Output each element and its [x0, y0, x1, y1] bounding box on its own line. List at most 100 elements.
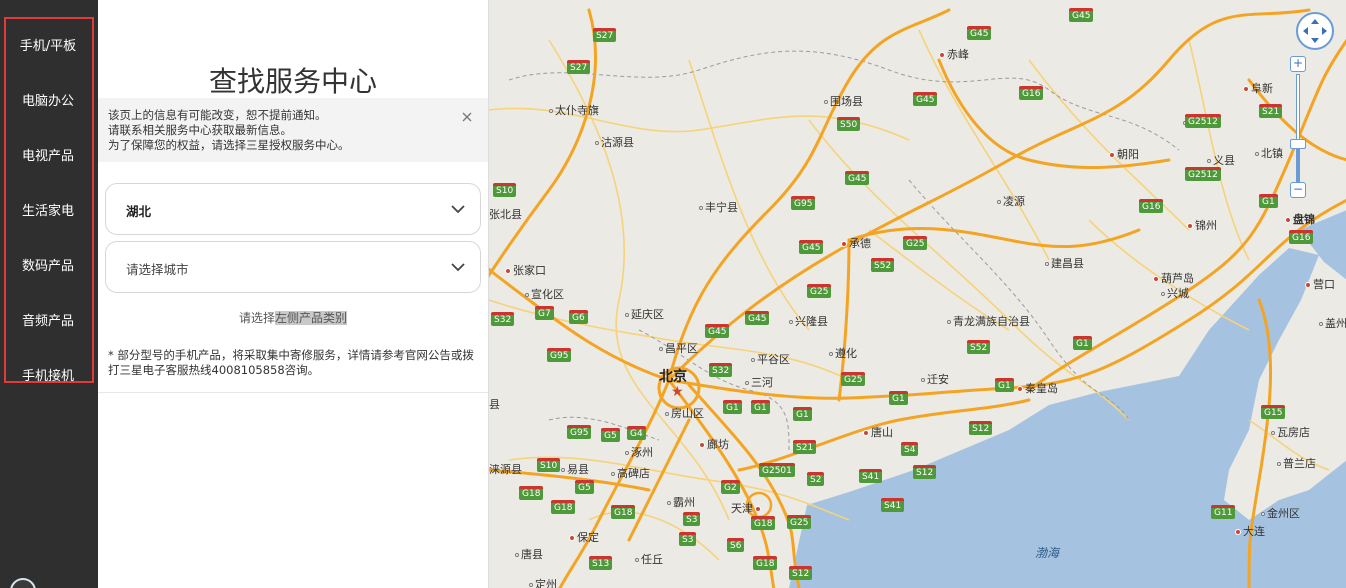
city-label: 秦皇岛	[1017, 380, 1058, 396]
highway-shield: S13	[589, 556, 613, 570]
sidebar-item-phones-tablets[interactable]: 手机/平板	[6, 24, 90, 64]
highway-shield: G5	[575, 480, 594, 494]
city-label: 唐山	[863, 424, 893, 440]
zoom-slider-handle[interactable]	[1290, 139, 1306, 149]
highway-shield: G45	[799, 240, 824, 254]
province-select[interactable]: 湖北	[105, 183, 481, 235]
highway-shield: G6	[569, 310, 588, 324]
city-label: 天津	[731, 500, 763, 516]
highway-shield: S12	[789, 566, 813, 580]
zoom-slider-fill	[1296, 148, 1300, 182]
sidebar-item-digital[interactable]: 数码产品	[6, 244, 90, 284]
highway-shield: G25	[841, 372, 866, 386]
highway-shield: G4	[627, 426, 646, 440]
chevron-down-icon	[451, 205, 465, 214]
map-base-layer	[489, 8, 1346, 588]
city-label: 昌平区	[659, 340, 698, 356]
city-label: 营口	[1305, 276, 1335, 292]
city-label: 大连	[1235, 523, 1265, 539]
city-label: 朝阳	[1109, 146, 1139, 162]
highway-shield: G95	[547, 348, 572, 362]
highway-shield: G1	[1073, 336, 1092, 350]
highway-shield: S41	[859, 469, 883, 483]
sidebar-item-computers-office[interactable]: 电脑办公	[6, 79, 90, 119]
highway-shield: S52	[967, 340, 991, 354]
highway-shield: G2512	[1185, 167, 1221, 181]
city-label: 承德	[841, 235, 871, 251]
city-label: 兴城	[1161, 285, 1189, 301]
city-label: 张家口	[505, 262, 546, 278]
city-label: 建昌县	[1045, 255, 1084, 271]
highway-shield: G2501	[759, 463, 795, 477]
city-label: 县	[489, 398, 500, 411]
city-label: 赤峰	[939, 46, 969, 62]
divider	[98, 392, 488, 393]
highway-shield: S50	[837, 117, 861, 131]
highway-shield: S12	[969, 421, 993, 435]
city-label: 延庆区	[625, 306, 664, 322]
hint-highlight: 左侧产品类别	[275, 311, 348, 325]
map-view[interactable]: 北京★ 赤峰 阜新 围场县 北票 太仆寺旗 沽源县 朝阳 义县 北镇 张北县 丰…	[488, 0, 1346, 588]
highway-shield: S32	[491, 312, 515, 326]
highway-shield: G18	[753, 556, 778, 570]
city-label: 北镇	[1255, 145, 1283, 161]
zoom-in-button[interactable]: +	[1290, 56, 1306, 72]
highway-shield: S10	[537, 458, 561, 472]
sea-label: 渤海	[1035, 546, 1060, 560]
city-label: 唐县	[515, 546, 543, 562]
city-label: 葫芦岛	[1153, 270, 1194, 286]
city-label: 太仆寺旗	[549, 102, 599, 118]
sidebar-item-home-appliances[interactable]: 生活家电	[6, 189, 90, 229]
highway-shield: G18	[751, 516, 776, 530]
city-label: 盖州	[1319, 315, 1346, 331]
highway-shield: S4	[901, 442, 919, 456]
highway-shield: G45	[1069, 8, 1094, 22]
city-select[interactable]: 请选择城市	[105, 241, 481, 293]
highway-shield: G1	[751, 400, 770, 414]
city-label: 凌源	[997, 193, 1025, 209]
highway-shield: S2	[807, 472, 825, 486]
highway-shield: G16	[1139, 199, 1164, 213]
sidebar-item-phone-pickup[interactable]: 手机接机	[6, 354, 90, 394]
notice-box: 该页上的信息有可能改变，恕不提前通知。 请联系相关服务中心获取最新信息。 为了保…	[98, 98, 488, 162]
sidebar-item-tv[interactable]: 电视产品	[6, 134, 90, 174]
city-label: 围场县	[824, 93, 863, 109]
highway-shield: G2512	[1185, 114, 1221, 128]
service-center-panel: 查找服务中心 该页上的信息有可能改变，恕不提前通知。 请联系相关服务中心获取最新…	[98, 0, 488, 588]
city-label: 易县	[561, 461, 589, 477]
city-label: 青龙满族自治县	[947, 313, 1030, 329]
city-label: 霸州	[667, 494, 695, 510]
highway-shield: G11	[1211, 505, 1236, 519]
service-footnote: * 部分型号的手机产品，将采取集中寄修服务，详情请参考官网公告或拨打三星电子客服…	[108, 348, 474, 377]
highway-shield: G16	[1019, 86, 1044, 100]
highway-shield: S3	[679, 532, 697, 546]
city-label: 金州区	[1261, 505, 1300, 521]
pan-arrows-icon	[1303, 19, 1327, 43]
city-label: 沽源县	[595, 134, 634, 150]
city-label: 普兰店	[1277, 455, 1316, 471]
highway-shield: G18	[551, 500, 576, 514]
sidebar-item-audio[interactable]: 音频产品	[6, 299, 90, 339]
highway-shield: G25	[807, 284, 832, 298]
highway-shield: S12	[913, 465, 937, 479]
highway-shield: S41	[881, 498, 905, 512]
city-label: 锦州	[1187, 217, 1217, 233]
city-label: 高碑店	[611, 465, 650, 481]
highway-shield: S3	[683, 512, 701, 526]
chat-icon[interactable]	[10, 578, 36, 588]
highway-shield: G45	[845, 171, 870, 185]
zoom-out-button[interactable]: −	[1290, 182, 1306, 198]
page-title: 查找服务中心	[208, 65, 377, 98]
highway-shield: G2	[721, 480, 740, 494]
map-pan-control[interactable]	[1296, 12, 1334, 50]
close-icon[interactable]	[460, 110, 474, 124]
city-label: 迁安	[921, 371, 949, 387]
city-label: 盘锦	[1285, 211, 1315, 227]
highway-shield: G25	[787, 515, 812, 529]
city-label: 保定	[569, 529, 599, 545]
chevron-down-icon	[451, 263, 465, 272]
city-label-major: 北京 ★	[659, 369, 687, 400]
highway-shield: G45	[967, 26, 992, 40]
highway-shield: G1	[995, 378, 1014, 392]
notice-line: 为了保障您的权益，请选择三星授权服务中心。	[108, 138, 350, 152]
